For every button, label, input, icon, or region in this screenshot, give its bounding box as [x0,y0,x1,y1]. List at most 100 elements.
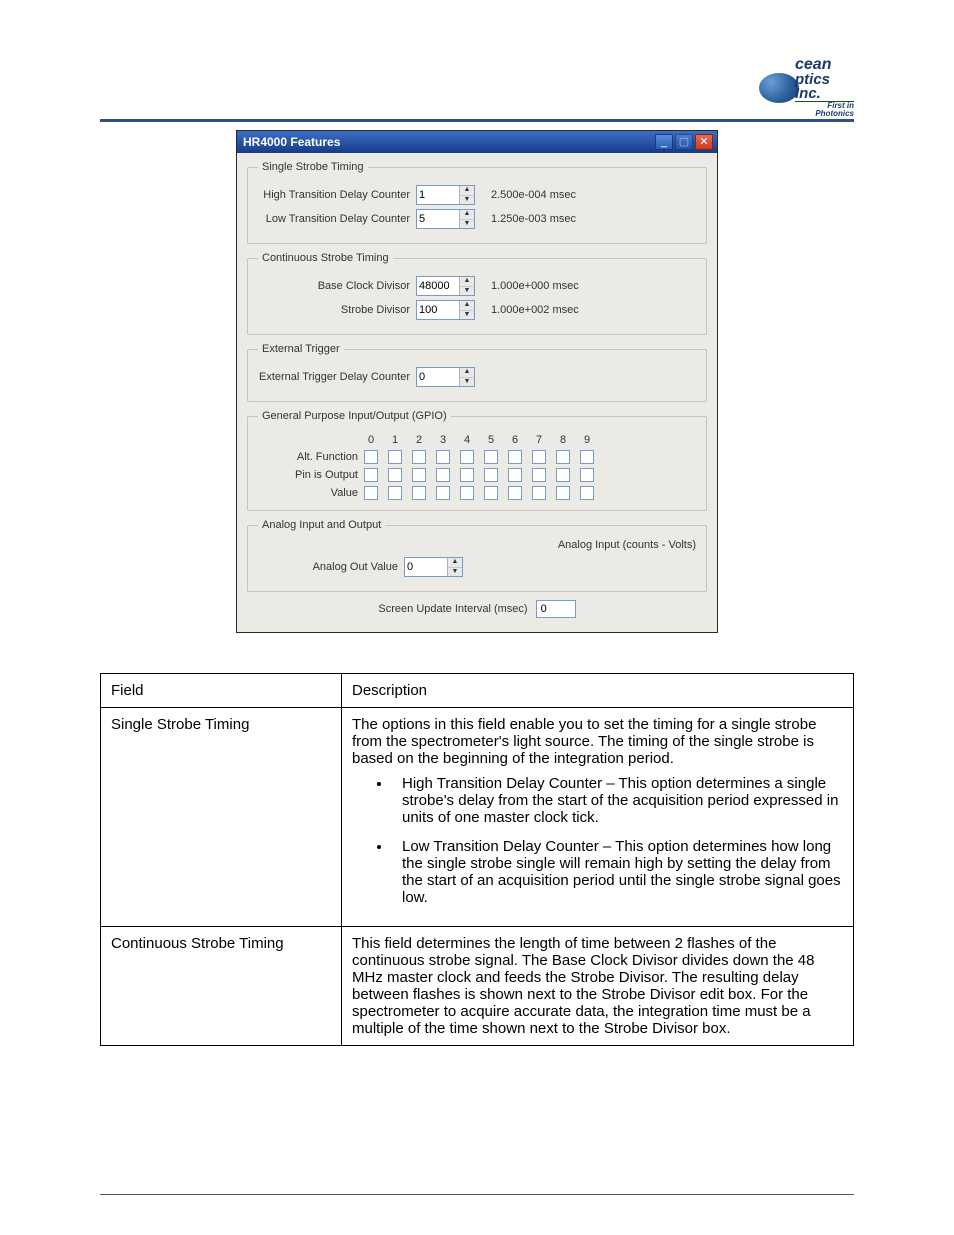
gpio-col-header: 0 [364,434,378,446]
base-clock-label: Base Clock Divisor [258,280,410,292]
gpio-row-label: Alt. Function [258,451,364,463]
external-trigger-spinner[interactable]: ▲▼ [416,367,475,387]
low-transition-input[interactable] [417,210,459,228]
field-name: Single Strobe Timing [101,708,342,927]
spin-up-icon[interactable]: ▲ [460,368,474,378]
strobe-divisor-input[interactable] [417,301,459,319]
spin-up-icon[interactable]: ▲ [448,558,462,568]
gpio-checkbox[interactable] [532,450,546,464]
spin-up-icon[interactable]: ▲ [460,210,474,220]
external-trigger-input[interactable] [417,368,459,386]
high-transition-input[interactable] [417,186,459,204]
gpio-checkbox[interactable] [508,450,522,464]
base-clock-input[interactable] [417,277,459,295]
gpio-checkbox[interactable] [580,468,594,482]
spin-down-icon[interactable]: ▼ [460,287,474,296]
gpio-checkbox[interactable] [508,486,522,500]
term-base-clock-divisor: Base Clock Divisor [552,952,678,969]
gpio-checkbox[interactable] [412,450,426,464]
gpio-checkbox[interactable] [484,468,498,482]
dialog-titlebar[interactable]: HR4000 Features _ ▢ ✕ [237,131,717,153]
gpio-row-label: Pin is Output [258,469,364,481]
gpio-checkbox[interactable] [436,468,450,482]
external-trigger-legend: External Trigger [258,343,344,355]
window-close-button[interactable]: ✕ [695,134,713,150]
high-transition-spinner[interactable]: ▲▼ [416,185,475,205]
update-interval-input[interactable] [536,600,576,618]
field-desc: The options in this field enable you to … [342,708,854,927]
external-trigger-label: External Trigger Delay Counter [258,371,410,383]
gpio-col-header: 3 [436,434,450,446]
base-clock-spinner[interactable]: ▲▼ [416,276,475,296]
header-rule [100,119,854,122]
gpio-checkbox[interactable] [556,486,570,500]
gpio-checkbox[interactable] [460,450,474,464]
low-transition-label: Low Transition Delay Counter [258,213,410,225]
gpio-checkbox[interactable] [484,450,498,464]
term-high-transition: High Transition Delay Counter [402,775,602,792]
gpio-checkbox[interactable] [436,450,450,464]
logo-line2: ptics Inc. [795,71,830,102]
gpio-row-label: Value [258,487,364,499]
spin-down-icon[interactable]: ▼ [448,568,462,577]
gpio-col-header: 1 [388,434,402,446]
analog-legend: Analog Input and Output [258,519,385,531]
logo-tagline: First in Photonics [795,101,854,116]
analog-out-spinner[interactable]: ▲▼ [404,557,463,577]
gpio-checkbox[interactable] [460,486,474,500]
gpio-col-header: 9 [580,434,594,446]
logo-text: cean ptics Inc. First in Photonics [795,58,854,117]
gpio-checkbox[interactable] [412,486,426,500]
low-transition-readout: 1.250e-003 msec [491,213,576,225]
gpio-checkbox[interactable] [436,486,450,500]
spin-up-icon[interactable]: ▲ [460,186,474,196]
spin-up-icon[interactable]: ▲ [460,301,474,311]
external-trigger-group: External Trigger External Trigger Delay … [247,343,707,402]
field-description-table: Field Description Single Strobe Timing T… [100,673,854,1046]
gpio-checkbox[interactable] [388,450,402,464]
high-transition-readout: 2.500e-004 msec [491,189,576,201]
low-transition-spinner[interactable]: ▲▼ [416,209,475,229]
analog-out-input[interactable] [405,558,447,576]
window-maximize-button: ▢ [675,134,693,150]
base-clock-readout: 1.000e+000 msec [491,280,579,292]
table-row: Continuous Strobe Timing This field dete… [101,927,854,1046]
gpio-checkbox[interactable] [556,450,570,464]
gpio-checkbox[interactable] [508,468,522,482]
gpio-col-header: 6 [508,434,522,446]
strobe-divisor-readout: 1.000e+002 msec [491,304,579,316]
gpio-checkbox[interactable] [364,468,378,482]
analog-input-label: Analog Input (counts - Volts) [258,539,696,551]
window-minimize-button[interactable]: _ [655,134,673,150]
single-strobe-legend: Single Strobe Timing [258,161,368,173]
gpio-checkbox[interactable] [364,450,378,464]
gpio-checkbox[interactable] [580,486,594,500]
gpio-checkbox[interactable] [532,468,546,482]
gpio-checkbox[interactable] [460,468,474,482]
analog-out-label: Analog Out Value [258,561,398,573]
table-header-desc: Description [342,674,854,708]
gpio-checkbox[interactable] [556,468,570,482]
gpio-checkbox[interactable] [388,486,402,500]
gpio-checkbox[interactable] [532,486,546,500]
gpio-checkbox[interactable] [364,486,378,500]
spin-down-icon[interactable]: ▼ [460,378,474,387]
brand-logo: cean ptics Inc. First in Photonics [759,65,854,110]
gpio-checkbox[interactable] [412,468,426,482]
strobe-divisor-spinner[interactable]: ▲▼ [416,300,475,320]
spin-up-icon[interactable]: ▲ [460,277,474,287]
spin-down-icon[interactable]: ▼ [460,220,474,229]
term-strobe-divisor: Strobe Divisor [570,969,663,986]
gpio-col-header: 8 [556,434,570,446]
gpio-checkbox[interactable] [388,468,402,482]
single-strobe-group: Single Strobe Timing High Transition Del… [247,161,707,244]
gpio-group: General Purpose Input/Output (GPIO) 0123… [247,410,707,511]
gpio-checkbox[interactable] [484,486,498,500]
strobe-divisor-label: Strobe Divisor [258,304,410,316]
gpio-col-header: 7 [532,434,546,446]
gpio-checkbox[interactable] [580,450,594,464]
spin-down-icon[interactable]: ▼ [460,196,474,205]
spin-down-icon[interactable]: ▼ [460,311,474,320]
footer-rule [100,1194,854,1195]
gpio-col-header: 2 [412,434,426,446]
